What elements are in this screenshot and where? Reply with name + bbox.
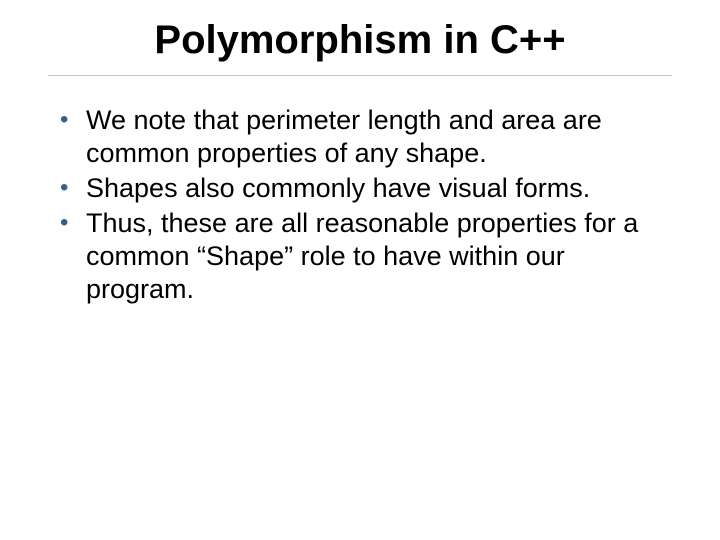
slide: Polymorphism in C++ We note that perimet… (0, 0, 720, 540)
list-item: Shapes also commonly have visual forms. (56, 172, 672, 205)
list-item: We note that perimeter length and area a… (56, 104, 672, 170)
bullet-list: We note that perimeter length and area a… (48, 104, 672, 306)
slide-title: Polymorphism in C++ (48, 18, 672, 76)
list-item: Thus, these are all reasonable propertie… (56, 207, 672, 306)
